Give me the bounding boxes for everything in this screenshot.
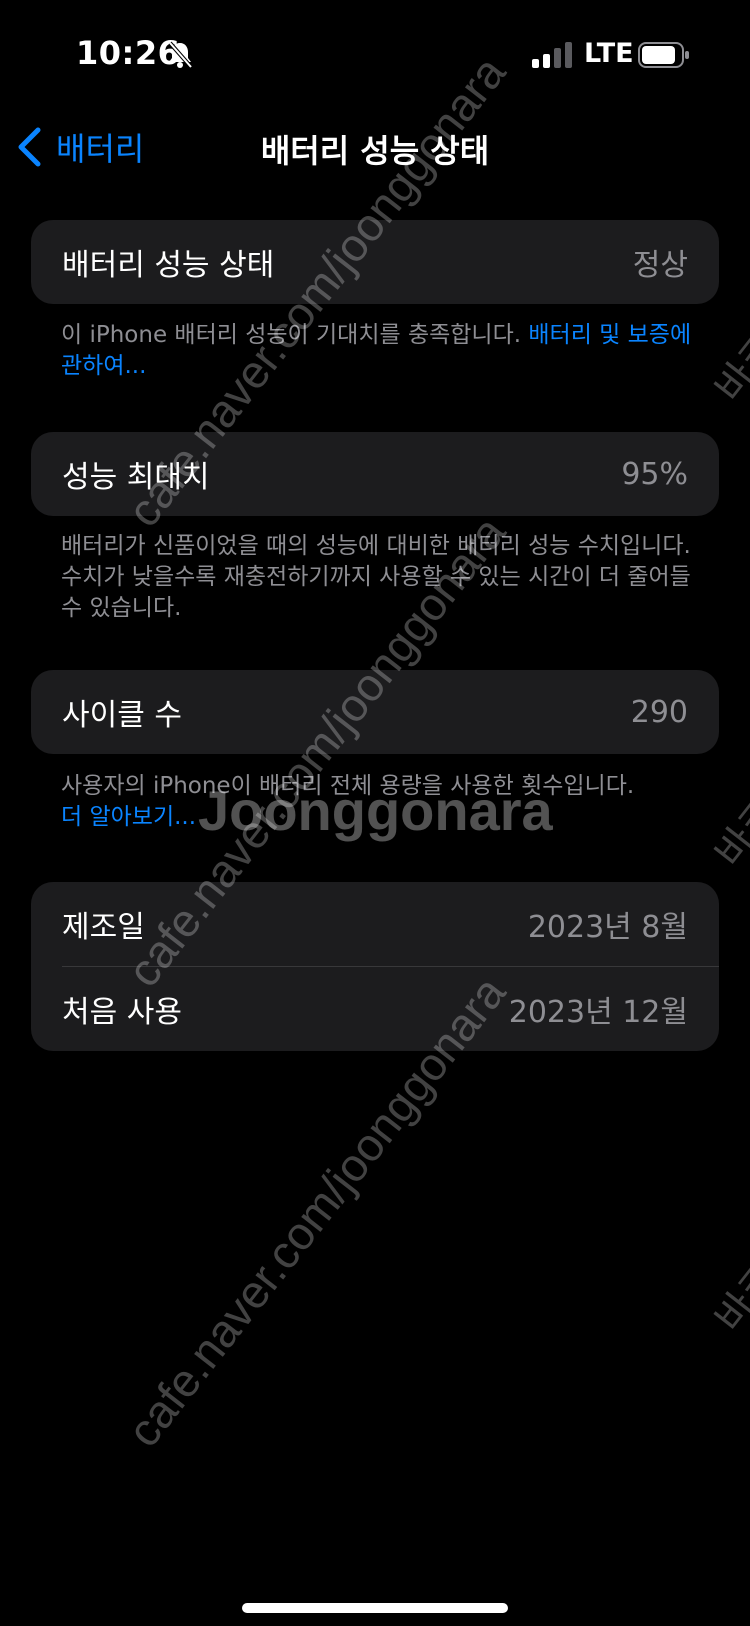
max-capacity-group: 성능 최대치 95% [31, 432, 719, 516]
manufacture-date-row: 제조일 2023년 8월 [31, 882, 719, 966]
bell-slash-icon [168, 41, 193, 69]
cycle-count-footnote-text: 사용자의 iPhone이 배터리 전체 용량을 사용한 횟수입니다. [61, 773, 635, 799]
manufacture-date-label: 제조일 [62, 910, 145, 945]
watermark-side-text: 바코 [707, 1255, 750, 1340]
max-capacity-value: 95% [621, 456, 688, 492]
cycle-count-footnote: 사용자의 iPhone이 배터리 전체 용량을 사용한 횟수입니다. 더 알아보… [61, 771, 701, 833]
first-use-label: 처음 사용 [62, 995, 182, 1030]
max-capacity-footnote: 배터리가 신품이었을 때의 성능에 대비한 배터리 성능 수치입니다. 수치가 … [61, 533, 691, 621]
first-use-row: 처음 사용 2023년 12월 [31, 967, 719, 1051]
cycle-count-label: 사이클 수 [62, 698, 182, 733]
home-indicator[interactable] [242, 1603, 508, 1613]
cycle-count-value: 290 [630, 694, 688, 730]
manufacture-date-value: 2023년 8월 [527, 910, 688, 945]
battery-health-footnote-text: 이 iPhone 배터리 성능이 기대치를 충족합니다. [61, 322, 529, 348]
watermark-side-text: 바코 [707, 790, 750, 875]
page-title: 배터리 성능 상태 [260, 132, 490, 170]
battery-health-label: 배터리 성능 상태 [62, 248, 275, 283]
battery-health-value: 정상 [632, 248, 688, 283]
first-use-value: 2023년 12월 [508, 995, 688, 1030]
learn-more-link[interactable]: 더 알아보기... [61, 804, 196, 830]
watermark-side-text: 바코 [707, 325, 750, 410]
cycle-count-group: 사이클 수 290 [31, 670, 719, 754]
max-capacity-label: 성능 최대치 [62, 460, 210, 495]
navigation-bar: 배터리 배터리 성능 상태 [0, 110, 750, 190]
signal-icon [532, 42, 572, 68]
max-capacity-row: 성능 최대치 95% [31, 432, 719, 516]
battery-icon [638, 42, 689, 68]
battery-health-row: 배터리 성능 상태 정상 [31, 220, 719, 304]
network-type: LTE [584, 38, 634, 69]
status-bar: 10:26 LTE [0, 0, 750, 110]
cycle-count-row: 사이클 수 290 [31, 670, 719, 754]
status-time: 10:26 [76, 34, 181, 72]
dates-group: 제조일 2023년 8월 처음 사용 2023년 12월 [31, 882, 719, 1051]
battery-health-group: 배터리 성능 상태 정상 [31, 220, 719, 304]
battery-health-footnote: 이 iPhone 배터리 성능이 기대치를 충족합니다. 배터리 및 보증에 관… [61, 320, 701, 382]
